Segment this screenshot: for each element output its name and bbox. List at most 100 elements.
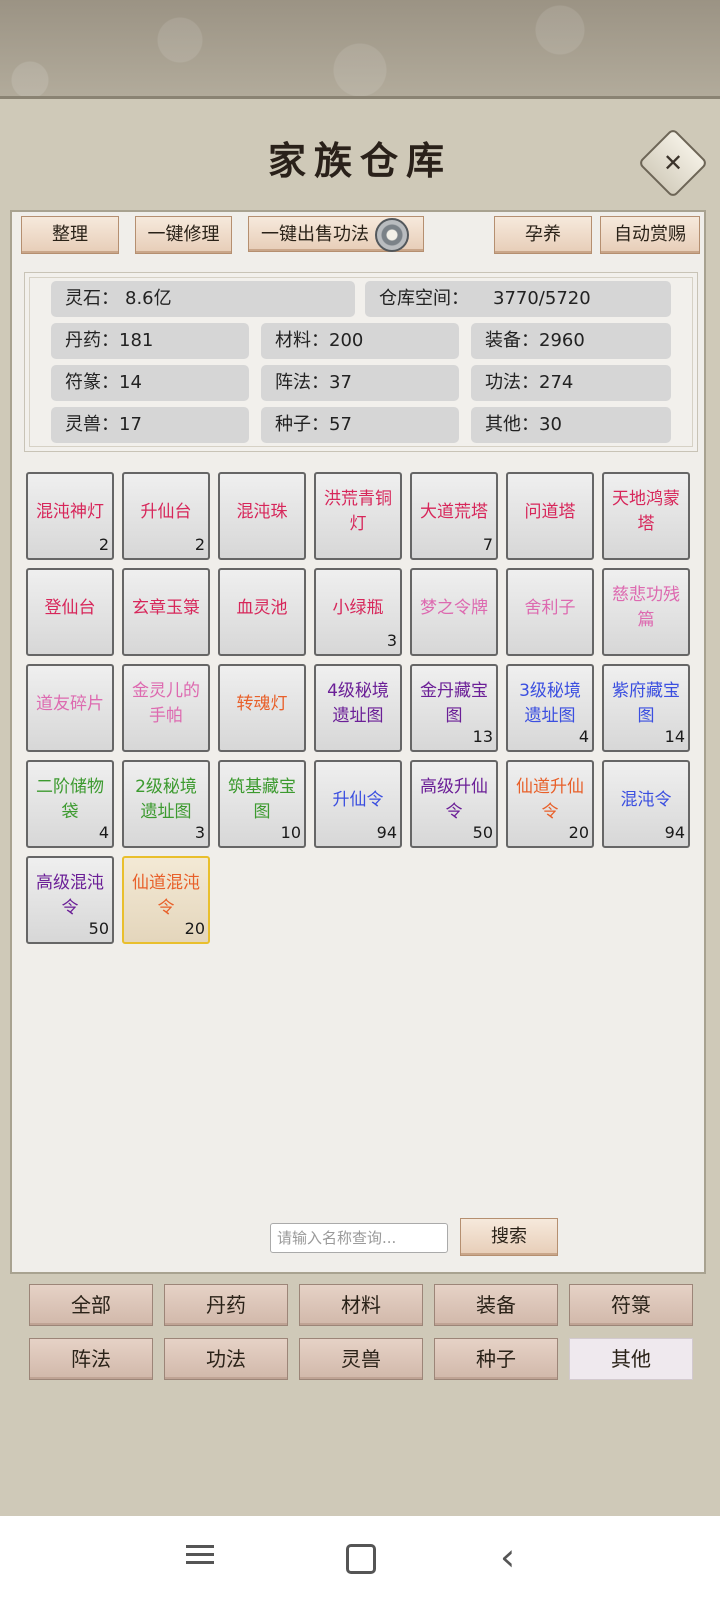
item-slot[interactable]: 洪荒青铜灯 — [314, 472, 402, 560]
item-name: 4级秘境遗址图 — [327, 681, 389, 726]
item-name: 金灵儿的手帕 — [132, 681, 200, 726]
item-count: 7 — [482, 535, 493, 554]
item-name: 筑基藏宝图 — [228, 777, 296, 822]
tab-all[interactable]: 全部 — [29, 1284, 153, 1326]
home-icon[interactable] — [346, 1544, 376, 1574]
item-count: 3 — [386, 631, 397, 650]
item-slot[interactable]: 转魂灯 — [218, 664, 306, 752]
back-icon[interactable]: ‹ — [500, 1538, 515, 1576]
item-slot[interactable]: 大道荒塔 7 — [410, 472, 498, 560]
tab-others[interactable]: 其他 — [569, 1338, 693, 1380]
top-decoration — [0, 0, 720, 96]
sell-skills-label: 一键出售功法 — [261, 224, 369, 245]
item-count: 3 — [194, 823, 205, 842]
equipment-stat: 装备：2960 — [471, 323, 671, 359]
item-grid: 混沌神灯 2 升仙台 2 混沌珠 洪荒青铜灯 大道荒塔 7 问道塔 天地鸿蒙塔登仙台 玄章玉箓 血灵池… — [26, 472, 696, 960]
close-icon: ✕ — [662, 149, 684, 177]
item-slot[interactable]: 登仙台 — [26, 568, 114, 656]
search-input[interactable] — [270, 1223, 448, 1253]
materials-stat: 材料：200 — [261, 323, 459, 359]
tab-talismans[interactable]: 符箓 — [569, 1284, 693, 1326]
item-name: 大道荒塔 — [420, 501, 488, 522]
tab-skills[interactable]: 功法 — [164, 1338, 288, 1380]
item-count: 4 — [98, 823, 109, 842]
item-count: 94 — [376, 823, 397, 842]
item-name: 问道塔 — [524, 501, 576, 522]
item-name: 高级升仙令 — [420, 777, 488, 822]
sort-button[interactable]: 整理 — [21, 216, 119, 254]
item-name: 2级秘境遗址图 — [135, 777, 197, 822]
item-slot[interactable]: 小绿瓶 3 — [314, 568, 402, 656]
item-count: 20 — [184, 919, 205, 938]
item-slot[interactable]: 筑基藏宝图 10 — [218, 760, 306, 848]
search-button[interactable]: 搜索 — [460, 1218, 558, 1256]
item-slot[interactable]: 金丹藏宝图 13 — [410, 664, 498, 752]
item-slot[interactable]: 天地鸿蒙塔 — [602, 472, 690, 560]
item-slot[interactable]: 升仙令 94 — [314, 760, 402, 848]
item-name: 小绿瓶 — [332, 597, 384, 618]
item-slot[interactable]: 高级混沌令 50 — [26, 856, 114, 944]
item-slot[interactable]: 高级升仙令 50 — [410, 760, 498, 848]
item-slot[interactable]: 升仙台 2 — [122, 472, 210, 560]
tab-equipment[interactable]: 装备 — [434, 1284, 558, 1326]
tab-seeds[interactable]: 种子 — [434, 1338, 558, 1380]
item-slot[interactable]: 3级秘境遗址图 4 — [506, 664, 594, 752]
item-count: 4 — [578, 727, 589, 746]
item-slot[interactable]: 仙道混沌令 20 — [122, 856, 210, 944]
item-count: 94 — [664, 823, 685, 842]
item-name: 升仙令 — [332, 789, 384, 810]
auto-reward-button[interactable]: 自动赏赐 — [600, 216, 700, 254]
nurture-button[interactable]: 孕养 — [494, 216, 592, 254]
tab-pills[interactable]: 丹药 — [164, 1284, 288, 1326]
item-slot[interactable]: 混沌珠 — [218, 472, 306, 560]
gear-icon[interactable] — [375, 218, 409, 252]
item-slot[interactable]: 问道塔 — [506, 472, 594, 560]
tab-beasts[interactable]: 灵兽 — [299, 1338, 423, 1380]
item-name: 舍利子 — [524, 597, 576, 618]
item-name: 3级秘境遗址图 — [519, 681, 581, 726]
tab-materials[interactable]: 材料 — [299, 1284, 423, 1326]
item-count: 2 — [194, 535, 205, 554]
item-slot[interactable]: 道友碎片 — [26, 664, 114, 752]
talismans-stat: 符篆：14 — [51, 365, 249, 401]
item-name: 紫府藏宝图 — [612, 681, 680, 726]
item-count: 14 — [664, 727, 685, 746]
item-name: 仙道混沌令 — [132, 873, 200, 918]
item-slot[interactable]: 玄章玉箓 — [122, 568, 210, 656]
item-slot[interactable]: 血灵池 — [218, 568, 306, 656]
repair-all-button[interactable]: 一键修理 — [135, 216, 232, 254]
warehouse-stats: 灵石： 8.6亿 仓库空间： 3770/5720 丹药：181 材料：200 装备：… — [24, 272, 698, 452]
item-name: 梦之令牌 — [420, 597, 488, 618]
pills-stat: 丹药：181 — [51, 323, 249, 359]
tab-formations[interactable]: 阵法 — [29, 1338, 153, 1380]
item-slot[interactable]: 混沌神灯 2 — [26, 472, 114, 560]
item-slot[interactable]: 二阶储物袋 4 — [26, 760, 114, 848]
item-name: 混沌令 — [620, 789, 672, 810]
item-slot[interactable]: 2级秘境遗址图 3 — [122, 760, 210, 848]
beasts-stat: 灵兽：17 — [51, 407, 249, 443]
item-name: 仙道升仙令 — [516, 777, 584, 822]
space-label: 仓库空间： — [379, 288, 469, 309]
item-slot[interactable]: 混沌令 94 — [602, 760, 690, 848]
item-name: 天地鸿蒙塔 — [612, 489, 680, 534]
item-slot[interactable]: 紫府藏宝图 14 — [602, 664, 690, 752]
item-name: 血灵池 — [236, 597, 288, 618]
item-count: 2 — [98, 535, 109, 554]
menu-icon[interactable] — [186, 1540, 214, 1569]
item-count: 10 — [280, 823, 301, 842]
item-count: 13 — [472, 727, 493, 746]
item-name: 洪荒青铜灯 — [324, 489, 392, 534]
item-name: 高级混沌令 — [36, 873, 104, 918]
item-slot[interactable]: 舍利子 — [506, 568, 594, 656]
item-slot[interactable]: 仙道升仙令 20 — [506, 760, 594, 848]
item-name: 登仙台 — [44, 597, 96, 618]
item-slot[interactable]: 梦之令牌 — [410, 568, 498, 656]
space-value: 3770/5720 — [493, 288, 591, 309]
item-slot[interactable]: 慈悲功残篇 — [602, 568, 690, 656]
others-stat: 其他：30 — [471, 407, 671, 443]
item-count: 50 — [88, 919, 109, 938]
item-slot[interactable]: 金灵儿的手帕 — [122, 664, 210, 752]
sell-skills-button[interactable]: 一键出售功法 — [248, 216, 424, 252]
item-name: 混沌珠 — [236, 501, 288, 522]
item-slot[interactable]: 4级秘境遗址图 — [314, 664, 402, 752]
